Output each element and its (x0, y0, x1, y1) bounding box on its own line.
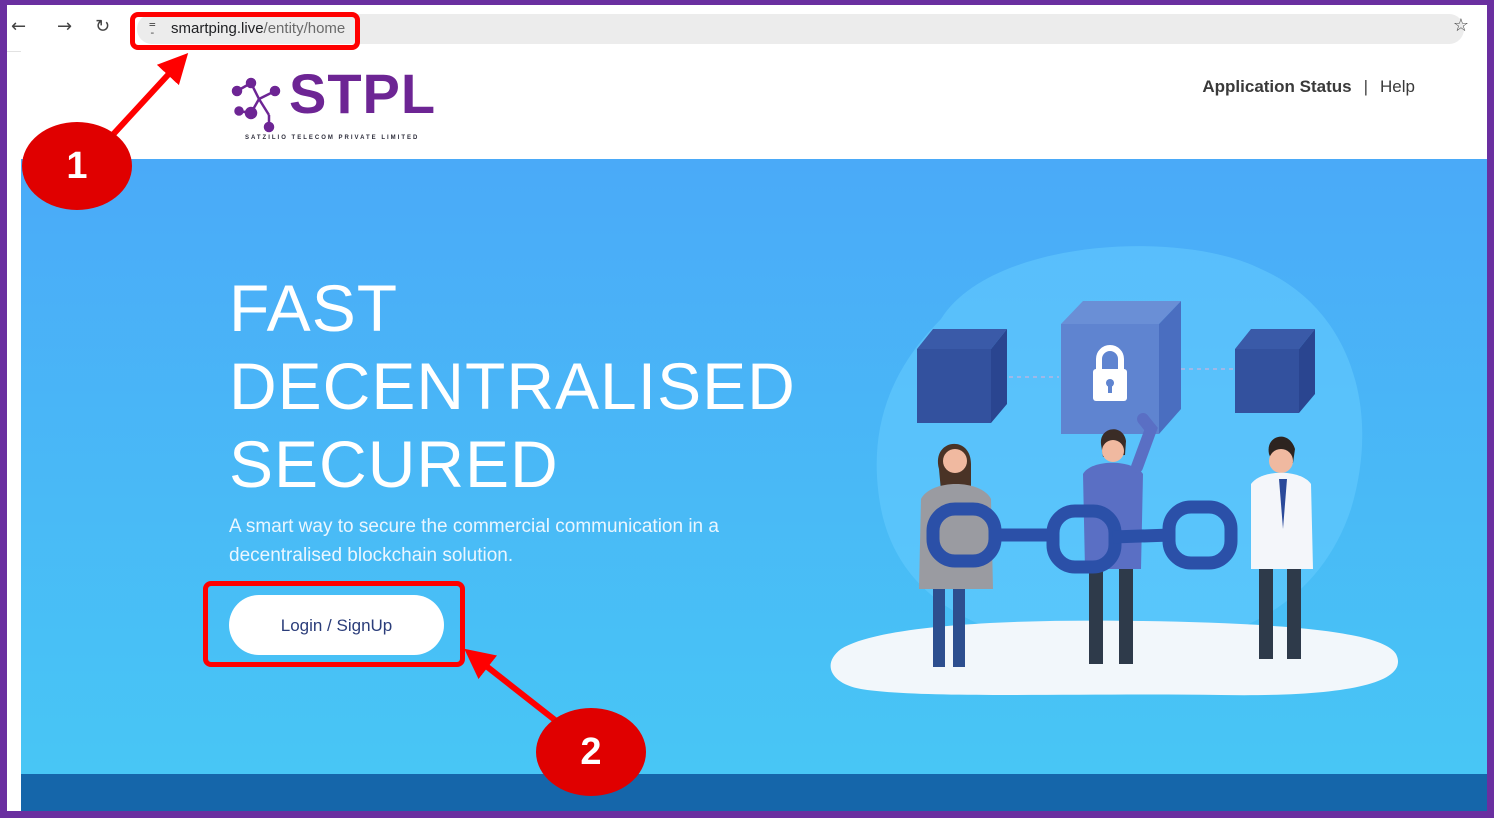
hero-section: FAST DECENTRALISED SECURED A smart way t… (21, 159, 1487, 774)
block-left (917, 329, 1007, 423)
application-status-link[interactable]: Application Status (1202, 77, 1351, 96)
back-arrow-icon[interactable]: ← (11, 17, 26, 37)
block-right (1235, 329, 1315, 413)
hero-subtitle: A smart way to secure the commercial com… (229, 516, 719, 566)
hero-title-line: FAST (229, 271, 399, 345)
hero-title-line: DECENTRALISED (229, 349, 796, 423)
help-link[interactable]: Help (1380, 77, 1415, 96)
callout-box-login (203, 581, 465, 667)
top-nav: Application Status | Help (1202, 77, 1415, 97)
logo-text: STPL (289, 62, 437, 125)
nav-separator: | (1363, 77, 1369, 96)
hero-title-line: SECURED (229, 427, 559, 501)
site-header: STPL SATZILIO TELECOM PRIVATE LIMITED Ap… (21, 51, 1487, 159)
hero-title: FAST DECENTRALISED SECURED (229, 269, 796, 503)
footer-band (21, 774, 1487, 811)
callout-box-url (130, 12, 360, 50)
logo-subtitle: SATZILIO TELECOM PRIVATE LIMITED (245, 135, 420, 141)
callout-number-1: 1 (22, 122, 132, 210)
callout-number-2: 2 (536, 708, 646, 796)
logo-network-icon (231, 77, 281, 133)
reload-icon[interactable]: ↻ (95, 17, 110, 37)
star-icon[interactable]: ☆ (1453, 15, 1469, 36)
blockchain-illustration (830, 246, 1399, 696)
forward-arrow-icon[interactable]: → (57, 17, 72, 37)
block-center (1061, 301, 1181, 434)
screenshot-frame: ← → ↻ = - smartping.live/entity/home ☆ S… (0, 0, 1494, 818)
